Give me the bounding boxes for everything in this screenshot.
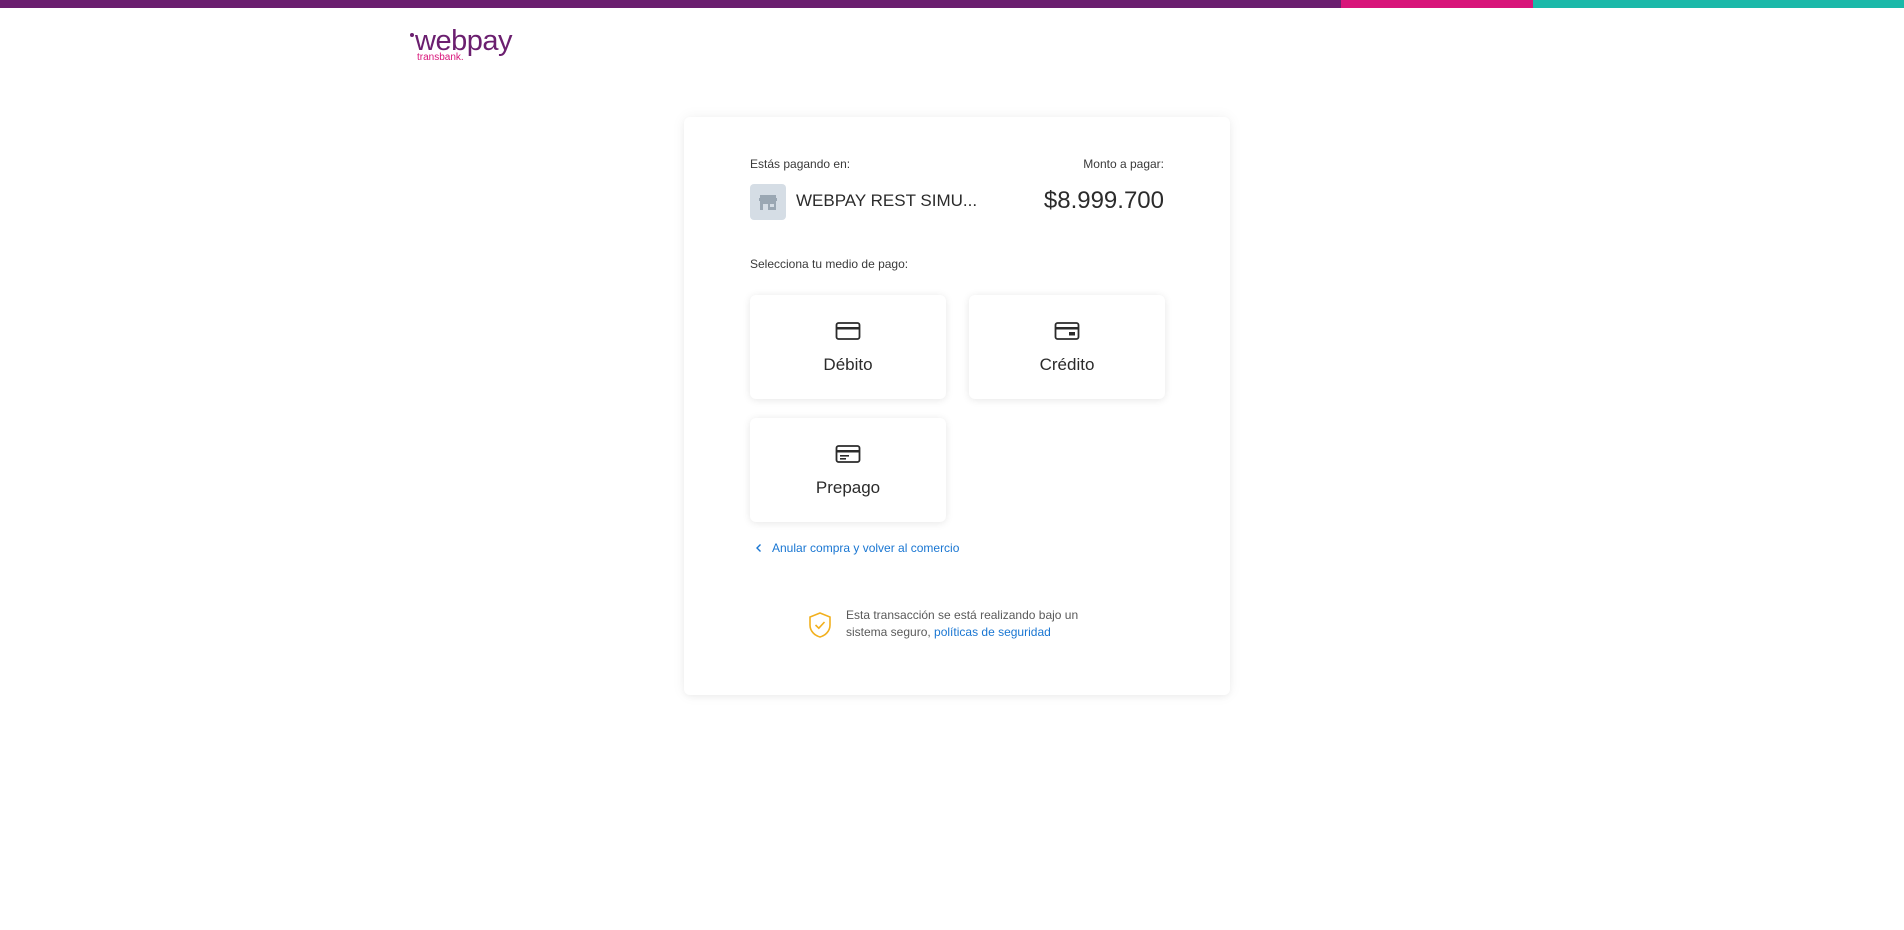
credit-option[interactable]: Crédito [969,295,1165,399]
cancel-purchase-label: Anular compra y volver al comercio [772,541,960,555]
amount-label: Monto a pagar: [1083,157,1164,171]
security-policy-link[interactable]: políticas de seguridad [934,625,1051,639]
brand-bar-purple [0,0,1341,8]
payment-card: Estás pagando en: Monto a pagar: WEBPAY … [684,117,1230,695]
store-icon [750,184,786,220]
brand-bar-teal [1533,0,1904,8]
credit-label: Crédito [1039,355,1095,374]
cancel-purchase-link[interactable]: Anular compra y volver al comercio [754,541,959,555]
brand-color-bar [0,0,1904,8]
prepaid-option[interactable]: Prepago [750,418,946,522]
credit-card-chip-icon [1054,322,1080,340]
debit-option[interactable]: Débito [750,295,946,399]
webpay-logo: webpay transbank. [410,24,525,66]
shield-check-icon [809,612,831,638]
amount-value: $8.999.700 [1043,187,1164,214]
credit-card-icon [835,322,861,340]
prepaid-card-icon [835,445,861,463]
prepaid-label: Prepago [815,478,881,497]
merchant-name: WEBPAY REST SIMU... [796,191,978,210]
brand-bar-pink [1341,0,1533,8]
chevron-left-icon [756,544,761,552]
logo-subtext: transbank. [417,52,464,63]
security-notice: Esta transacción se está realizando bajo… [808,607,1128,647]
logo-dot [410,33,414,37]
select-method-label: Selecciona tu medio de pago: [750,257,909,271]
paying-at-label: Estás pagando en: [750,157,851,171]
security-text-block: Esta transacción se está realizando bajo… [846,607,1106,641]
debit-label: Débito [823,355,873,374]
